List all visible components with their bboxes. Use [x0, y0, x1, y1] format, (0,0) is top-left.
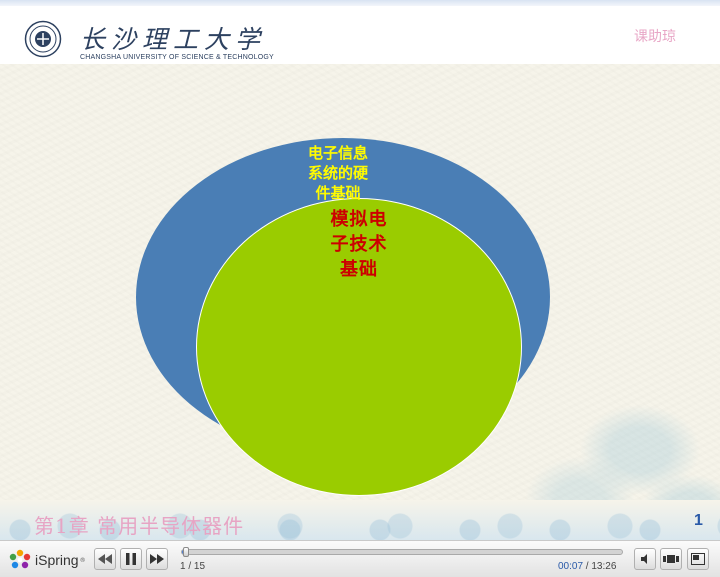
seek-bar[interactable]: [181, 547, 623, 557]
course-badge: 课助琼: [634, 29, 676, 45]
university-name-cn: 长沙理工大学: [80, 25, 267, 54]
player-control-bar: iSpring ® 1 / 15 00:07 / 13:26: [0, 540, 720, 577]
university-seal-icon: [24, 20, 62, 58]
previous-icon: [98, 554, 112, 564]
next-button[interactable]: [146, 548, 168, 570]
current-time: 00:07: [558, 561, 584, 572]
layout-icon: [663, 555, 679, 563]
outer-label-line: 电子信息: [307, 144, 368, 162]
inner-label-line: 基础: [340, 259, 378, 280]
brand-name: iSpring: [35, 552, 79, 568]
ispring-brand[interactable]: iSpring ®: [8, 549, 86, 571]
speaker-icon: [641, 554, 647, 564]
ispring-logo-icon: [9, 549, 31, 569]
total-time: 13:26: [591, 561, 617, 572]
outer-label-line: 系统的硬: [307, 164, 368, 182]
seek-bar-thumb[interactable]: [182, 547, 189, 557]
pause-icon: [126, 553, 136, 565]
slide-header: 长沙理工大学 CHANGSHA UNIVERSITY OF SCIENCE & …: [0, 6, 720, 64]
chapter-title: 第1章 常用半导体器件: [34, 514, 245, 538]
fullscreen-icon: [691, 553, 705, 565]
fullscreen-button[interactable]: [687, 548, 709, 570]
layout-button[interactable]: [660, 548, 682, 570]
inner-label-line: 子技术: [330, 234, 388, 255]
inner-circle-label: 模拟电 子技术 基础: [318, 207, 400, 282]
inner-label-line: 模拟电: [330, 209, 388, 230]
slide: 长沙理工大学 CHANGSHA UNIVERSITY OF SCIENCE & …: [0, 0, 720, 540]
next-icon: [150, 554, 164, 564]
slide-counter: 1 / 15: [180, 561, 206, 572]
pause-button[interactable]: [120, 548, 142, 570]
playback-time: 00:07 / 13:26: [558, 561, 616, 572]
brand-registered-mark: ®: [79, 556, 86, 564]
slide-number: 1: [694, 512, 703, 529]
volume-button[interactable]: [634, 548, 656, 570]
university-name-en: CHANGSHA UNIVERSITY OF SCIENCE & TECHNOL…: [80, 54, 274, 61]
previous-button[interactable]: [94, 548, 116, 570]
outer-label-line: 件基础: [315, 184, 361, 202]
outer-ellipse-label: 电子信息 系统的硬 件基础: [296, 143, 380, 203]
